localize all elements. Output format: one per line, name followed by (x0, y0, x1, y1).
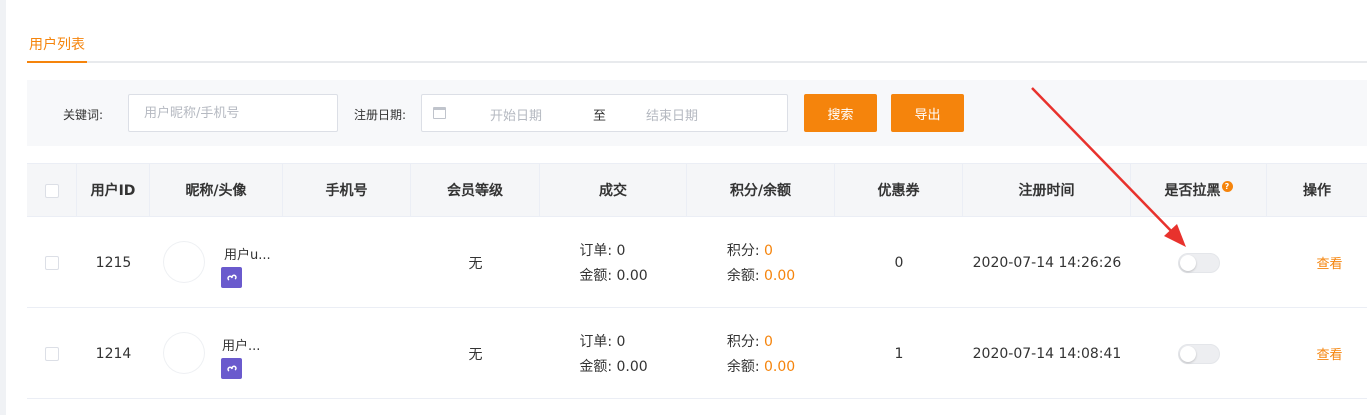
deals-cell: 订单: 0 金额: 0.00 (540, 308, 687, 399)
header-phone: 手机号 (283, 164, 411, 218)
row-select-cell (27, 308, 77, 399)
view-link[interactable]: 查看 (1316, 344, 1342, 363)
help-icon[interactable]: ? (1221, 181, 1233, 192)
keyword-label: 关键词: (63, 108, 104, 122)
balance-label: 余额: (726, 359, 760, 375)
coupons: 0 (894, 254, 904, 271)
amount-label: 金额: (579, 268, 613, 284)
balance-line: 余额: 0.00 (727, 356, 795, 376)
actions-cell: 查看 (1267, 217, 1367, 308)
user-id: 1215 (95, 254, 132, 271)
points-balance-cell: 积分: 0 余额: 0.00 (687, 217, 835, 308)
header-register-time: 注册时间 (963, 164, 1131, 218)
avatar (163, 241, 205, 283)
register-date-label: 注册日期: (354, 108, 407, 122)
member-level: 无 (468, 346, 483, 363)
points-value: 0 (764, 334, 773, 350)
phone (283, 308, 411, 399)
orders-line: 订单: 0 (579, 331, 647, 351)
view-link[interactable]: 查看 (1316, 253, 1342, 272)
end-date-input[interactable]: 结束日期 (646, 105, 698, 124)
header-blacklist: 是否拉黑? (1131, 164, 1267, 218)
tab-bar: 用户列表 (27, 30, 1367, 63)
balance-value: 0.00 (764, 268, 796, 284)
mini-program-icon (221, 267, 242, 288)
row-checkbox[interactable] (45, 346, 59, 361)
orders-value: 0 (616, 334, 626, 350)
points-line: 积分: 0 (727, 331, 795, 351)
date-range-picker[interactable]: 开始日期 至 结束日期 (421, 94, 788, 132)
table-header: 用户ID 昵称/头像 手机号 会员等级 成交 积分/余额 优惠券 注册时间 是否… (27, 163, 1367, 218)
mini-program-icon (221, 358, 242, 379)
start-date-input[interactable]: 开始日期 (490, 105, 542, 124)
points-label: 积分: (726, 334, 760, 350)
orders-line: 订单: 0 (579, 240, 647, 260)
amount-label: 金额: (579, 359, 613, 375)
header-deals: 成交 (540, 164, 687, 218)
nickname: 用户... (222, 339, 261, 354)
header-blacklist-label: 是否拉黑 (1164, 183, 1221, 199)
balance-value: 0.00 (764, 359, 796, 375)
phone (283, 217, 411, 308)
amount-line: 金额: 0.00 (579, 356, 647, 376)
register-time: 2020-07-14 14:26:26 (972, 254, 1122, 271)
avatar (163, 332, 205, 374)
row-select-cell (27, 217, 77, 308)
table-row: 1214 用户... 无 订单: 0 金额: 0.00 积分: 0 余额: 0.… (27, 308, 1367, 399)
register-time: 2020-07-14 14:08:41 (972, 345, 1122, 362)
table-row: 1215 用户u... 无 订单: 0 金额: 0.00 积分: 0 余额: 0… (27, 217, 1367, 308)
blacklist-toggle[interactable] (1178, 343, 1220, 364)
amount-line: 金额: 0.00 (579, 265, 647, 285)
points-label: 积分: (726, 243, 760, 259)
amount-value: 0.00 (616, 268, 648, 284)
member-level: 无 (468, 255, 483, 272)
header-actions: 操作 (1303, 183, 1331, 199)
actions-cell: 查看 (1267, 308, 1367, 399)
points-balance-cell: 积分: 0 余额: 0.00 (687, 308, 835, 399)
header-points-balance: 积分/余额 (687, 164, 835, 218)
balance-line: 余额: 0.00 (727, 265, 795, 285)
blacklist-cell (1131, 308, 1267, 399)
points-value: 0 (764, 243, 773, 259)
header-coupons: 优惠券 (835, 164, 963, 218)
keyword-input[interactable] (128, 94, 338, 132)
blacklist-toggle[interactable] (1178, 252, 1220, 273)
blacklist-cell (1131, 217, 1267, 308)
date-separator: 至 (593, 109, 607, 124)
nickname: 用户u... (224, 248, 271, 263)
orders-label: 订单: (579, 243, 613, 259)
select-all-checkbox[interactable] (44, 184, 59, 198)
export-button[interactable]: 导出 (891, 94, 964, 132)
row-checkbox[interactable] (45, 255, 59, 270)
deals-cell: 订单: 0 金额: 0.00 (540, 217, 687, 308)
points-line: 积分: 0 (727, 240, 795, 260)
user-list-page: 用户列表 关键词: 注册日期: 开始日期 至 结束日期 搜索 导出 用户ID 昵… (6, 0, 1367, 415)
filter-bar: 关键词: 注册日期: 开始日期 至 结束日期 搜索 导出 (27, 80, 1367, 146)
calendar-icon (433, 107, 446, 119)
header-nickname-avatar: 昵称/头像 (150, 164, 283, 218)
user-id: 1214 (95, 345, 132, 362)
orders-label: 订单: (579, 334, 613, 350)
amount-value: 0.00 (616, 359, 648, 375)
tab-user-list[interactable]: 用户列表 (27, 34, 87, 63)
header-user-id: 用户ID (77, 164, 150, 218)
header-select-all (27, 164, 77, 218)
balance-label: 余额: (726, 268, 760, 284)
coupons: 1 (894, 345, 904, 362)
toggle-knob (1180, 345, 1196, 362)
search-button[interactable]: 搜索 (804, 94, 877, 132)
orders-value: 0 (616, 243, 626, 259)
toggle-knob (1180, 254, 1196, 271)
header-member-level: 会员等级 (411, 164, 540, 218)
